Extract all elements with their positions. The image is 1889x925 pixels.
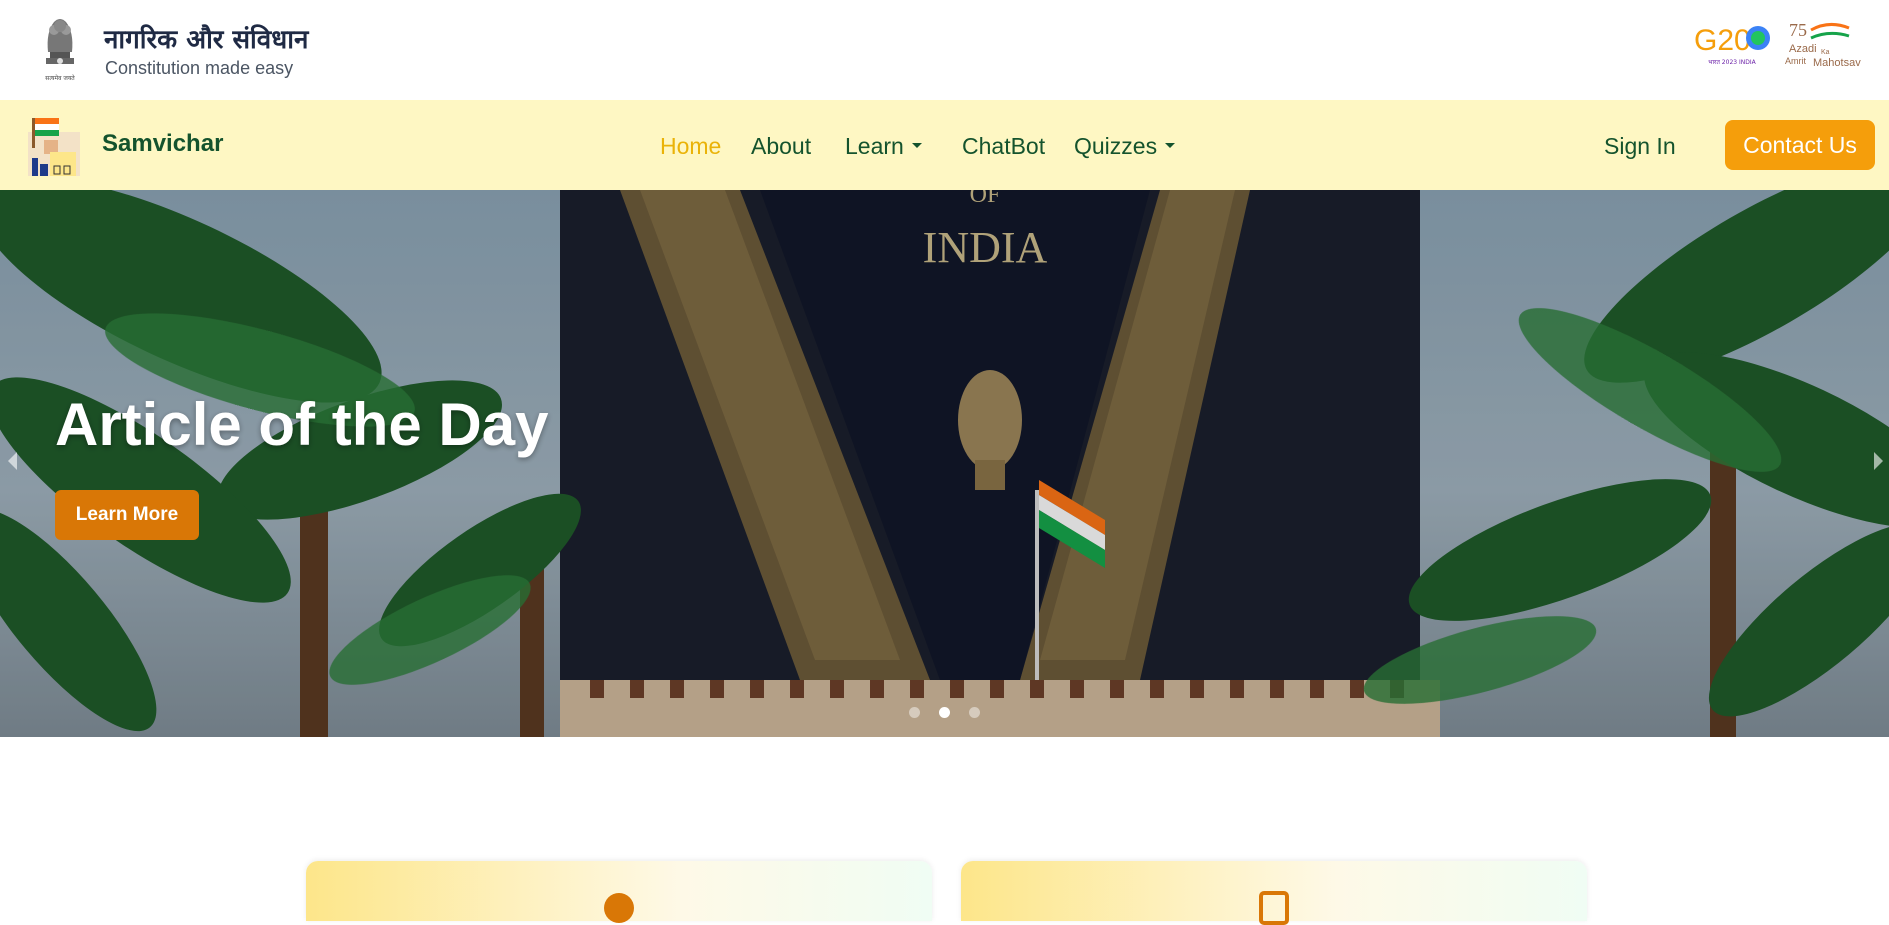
site-subtitle: Constitution made easy <box>105 58 294 78</box>
hero-background-image: OF INDIA <box>0 190 1889 737</box>
svg-text:Azadi: Azadi <box>1789 43 1817 55</box>
nav-quizzes[interactable]: Quizzes <box>1074 133 1176 160</box>
main-navbar: Samvichar Home About Learn ChatBot Quizz… <box>0 100 1889 190</box>
carousel-next-arrow[interactable] <box>1874 452 1883 470</box>
feature-card-left[interactable] <box>306 861 932 923</box>
nav-quizzes-label: Quizzes <box>1074 133 1158 159</box>
nav-about[interactable]: About <box>751 133 811 160</box>
nav-learn[interactable]: Learn <box>845 133 922 160</box>
svg-text:सत्यमेव जयते: सत्यमेव जयते <box>45 74 75 82</box>
national-emblem-icon: सत्यमेव जयते <box>45 19 75 82</box>
svg-text:G20: G20 <box>1694 24 1751 57</box>
carousel-dot-1[interactable] <box>909 707 920 718</box>
carousel-dot-2[interactable] <box>939 707 950 718</box>
svg-text:Amrit: Amrit <box>1785 56 1806 66</box>
carousel-indicators <box>909 707 980 718</box>
azadi-ka-amrit-mahotsav-logo: 75 Azadi Ka Amrit Mahotsav <box>1785 20 1861 69</box>
contact-us-button[interactable]: Contact Us <box>1725 120 1875 170</box>
chevron-down-icon <box>911 143 922 149</box>
nav-learn-label: Learn <box>845 133 904 159</box>
info-icon <box>604 893 634 923</box>
svg-text:75: 75 <box>1789 20 1807 40</box>
carousel-prev-arrow[interactable] <box>8 452 17 470</box>
top-header: सत्यमेव जयते नागरिक और संविधान Constitut… <box>0 0 1889 100</box>
svg-text:Mahotsav: Mahotsav <box>1813 57 1861 69</box>
g20-logo: G20 भारत 2023 INDIA <box>1694 24 1770 66</box>
brand-name[interactable]: Samvichar <box>102 130 223 158</box>
site-title: नागरिक और संविधान <box>104 25 309 55</box>
nav-chatbot[interactable]: ChatBot <box>962 133 1045 160</box>
chevron-down-icon <box>1165 143 1176 149</box>
learn-more-button[interactable]: Learn More <box>55 490 199 540</box>
feature-card-right[interactable] <box>961 861 1587 925</box>
document-icon <box>1259 891 1289 925</box>
hero-carousel: OF INDIA <box>0 190 1889 737</box>
hero-title: Article of the Day <box>55 391 549 458</box>
samvichar-logo[interactable] <box>24 112 88 180</box>
nav-home[interactable]: Home <box>660 133 721 160</box>
svg-text:Ka: Ka <box>1821 49 1830 56</box>
carousel-dot-3[interactable] <box>969 707 980 718</box>
sign-in-link[interactable]: Sign In <box>1604 133 1676 160</box>
svg-text:भारत 2023 INDIA: भारत 2023 INDIA <box>1708 59 1756 66</box>
